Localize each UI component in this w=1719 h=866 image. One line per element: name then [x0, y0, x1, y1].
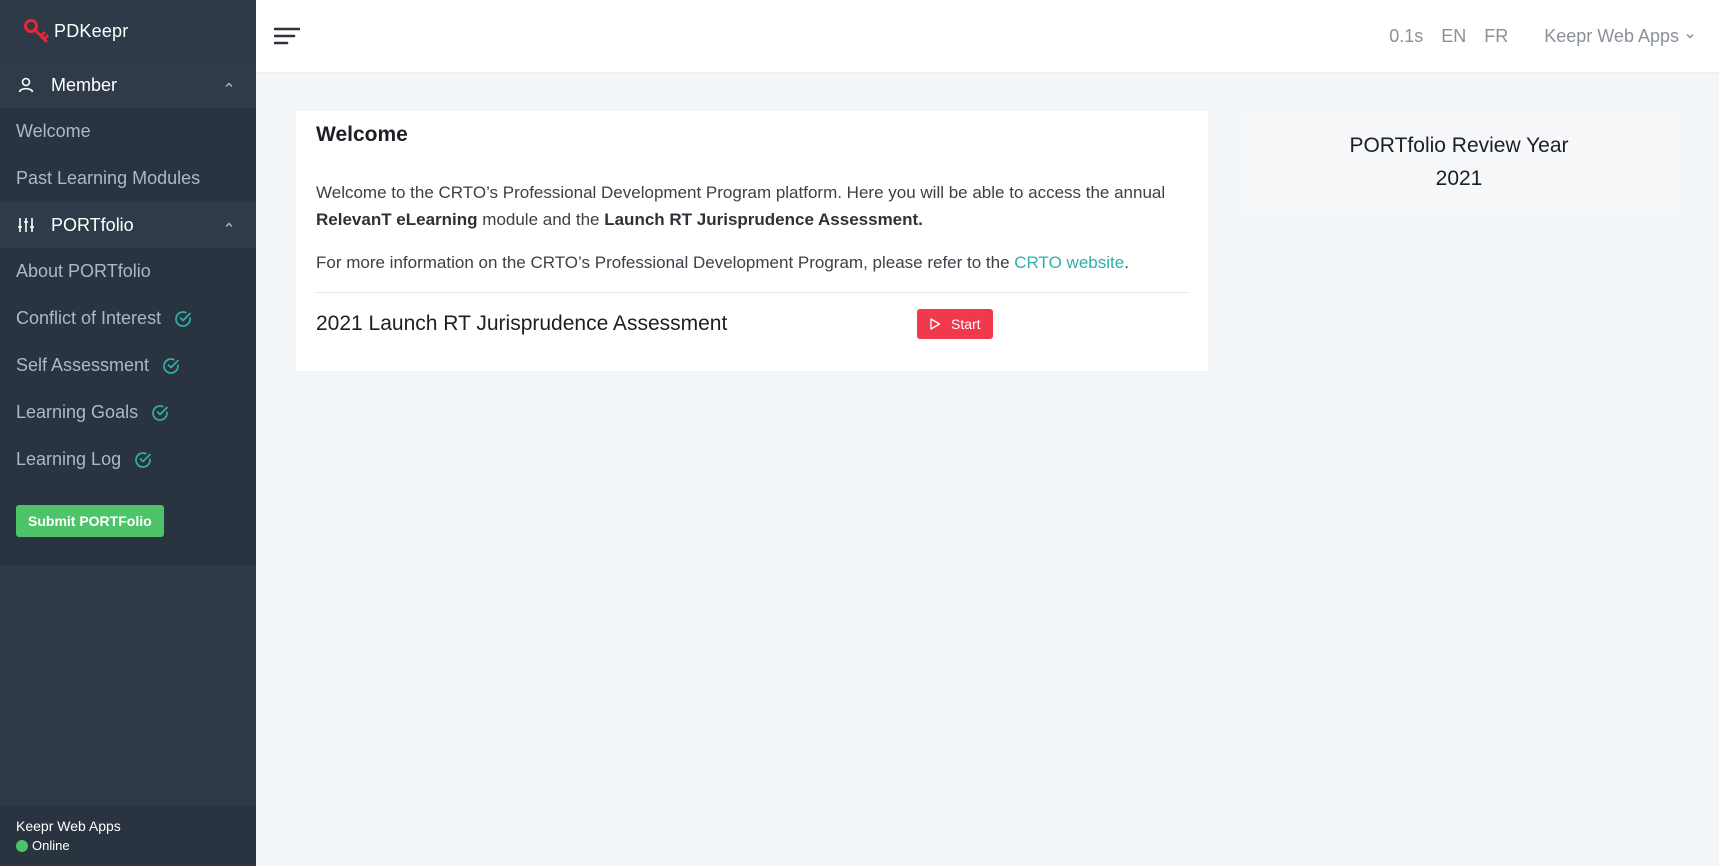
- user-icon: [18, 77, 34, 93]
- sidebar-item-label: About PORTfolio: [16, 261, 151, 281]
- check-circle-icon: [175, 310, 191, 327]
- footer-app-name: Keepr Web Apps: [16, 818, 121, 834]
- jurisprudence-assessment-text: Launch RT Jurisprudence Assessment.: [604, 210, 923, 229]
- review-year-label: PORTfolio Review Year: [1349, 134, 1569, 157]
- member-menu-header[interactable]: Member: [0, 62, 256, 108]
- sidebar-footer: Keepr Web Apps Online: [0, 806, 256, 866]
- crto-website-link[interactable]: CRTO website: [1014, 253, 1124, 272]
- portfolio-menu-header[interactable]: PORTfolio: [0, 202, 256, 248]
- key-logo-icon: [24, 19, 49, 43]
- member-menu: Member Welcome Past Learning Modules: [0, 62, 256, 202]
- assessment-row: 2021 Launch RT Jurisprudence Assessment …: [316, 309, 1188, 339]
- portfolio-menu-title: PORTfolio: [51, 214, 134, 235]
- play-icon: [930, 318, 941, 330]
- sidebar-item-label: Learning Log: [16, 449, 122, 469]
- chevron-up-icon: [225, 82, 233, 87]
- portfolio-menu: PORTfolio About PORTfolio Conflict of In…: [0, 202, 256, 565]
- sidebar-item-label: Welcome: [16, 121, 91, 141]
- sidebar-item-welcome[interactable]: Welcome: [0, 108, 256, 155]
- sidebar-item-label: Learning Goals: [16, 402, 139, 422]
- text-segment: .: [1124, 253, 1129, 272]
- sidebar-item-label: Past Learning Modules: [16, 168, 201, 188]
- sidebar-item-conflict-of-interest[interactable]: Conflict of Interest: [0, 295, 256, 342]
- chevron-up-icon: [225, 222, 233, 227]
- start-button-label: Start: [951, 316, 981, 332]
- check-circle-icon: [152, 404, 168, 421]
- brand-name: PDKeepr: [54, 20, 129, 41]
- divider: [316, 292, 1188, 293]
- lang-fr-link[interactable]: FR: [1484, 26, 1508, 47]
- welcome-paragraph: Welcome to the CRTO’s Professional Devel…: [316, 179, 1188, 233]
- brand[interactable]: PDKeepr: [0, 0, 256, 62]
- sidebar-item-label: Self Assessment: [16, 355, 150, 375]
- sidebar-item-learning-goals[interactable]: Learning Goals: [0, 389, 256, 436]
- sidebar-item-label: Conflict of Interest: [16, 308, 162, 328]
- hamburger-menu-icon[interactable]: [274, 25, 300, 47]
- welcome-card: Welcome Welcome to the CRTO’s Profession…: [296, 111, 1208, 371]
- assessment-title: 2021 Launch RT Jurisprudence Assessment: [316, 312, 728, 335]
- status-dot-icon: [16, 839, 28, 852]
- welcome-title: Welcome: [316, 123, 408, 146]
- member-menu-title: Member: [51, 74, 118, 95]
- sidebar-item-past-learning-modules[interactable]: Past Learning Modules: [0, 155, 256, 202]
- apps-dropdown-label: Keepr Web Apps: [1544, 25, 1679, 46]
- start-button[interactable]: Start: [917, 309, 993, 339]
- relevant-elearning-text: RelevanT eLearning: [316, 210, 478, 229]
- apps-dropdown[interactable]: Keepr Web Apps: [1526, 26, 1695, 47]
- submit-wrap: Submit PORTFolio: [0, 483, 256, 565]
- online-status: Online: [16, 838, 240, 853]
- sidebar-item-learning-log[interactable]: Learning Log: [0, 436, 256, 483]
- info-paragraph: For more information on the CRTO’s Profe…: [316, 249, 1188, 276]
- check-circle-icon: [163, 357, 179, 374]
- status-text: Online: [32, 838, 70, 853]
- load-time: 0.1s: [1389, 25, 1424, 46]
- sidebar: PDKeepr Member Welcome Past Learning Mod…: [0, 0, 256, 866]
- topbar: 0.1s EN FR Keepr Web Apps: [256, 0, 1719, 72]
- submit-portfolio-button[interactable]: Submit PORTFolio: [16, 505, 164, 537]
- app: PDKeepr Member Welcome Past Learning Mod…: [0, 0, 1719, 866]
- text-segment: module and the: [477, 210, 605, 229]
- topbar-right: 0.1s EN FR Keepr Web Apps: [1371, 26, 1695, 47]
- lang-en-link[interactable]: EN: [1441, 26, 1466, 47]
- sidebar-item-self-assessment[interactable]: Self Assessment: [0, 342, 256, 389]
- chevron-down-icon: [1686, 33, 1694, 39]
- sliders-icon: [18, 218, 34, 232]
- check-circle-icon: [135, 451, 151, 468]
- review-year-card: PORTfolio Review Year 2021: [1239, 111, 1679, 217]
- review-year-value: 2021: [1435, 167, 1483, 190]
- sidebar-item-about-portfolio[interactable]: About PORTfolio: [0, 248, 256, 295]
- text-segment: For more information on the CRTO’s Profe…: [316, 253, 1015, 272]
- text-segment: Welcome to the CRTO’s Professional Devel…: [316, 183, 1166, 202]
